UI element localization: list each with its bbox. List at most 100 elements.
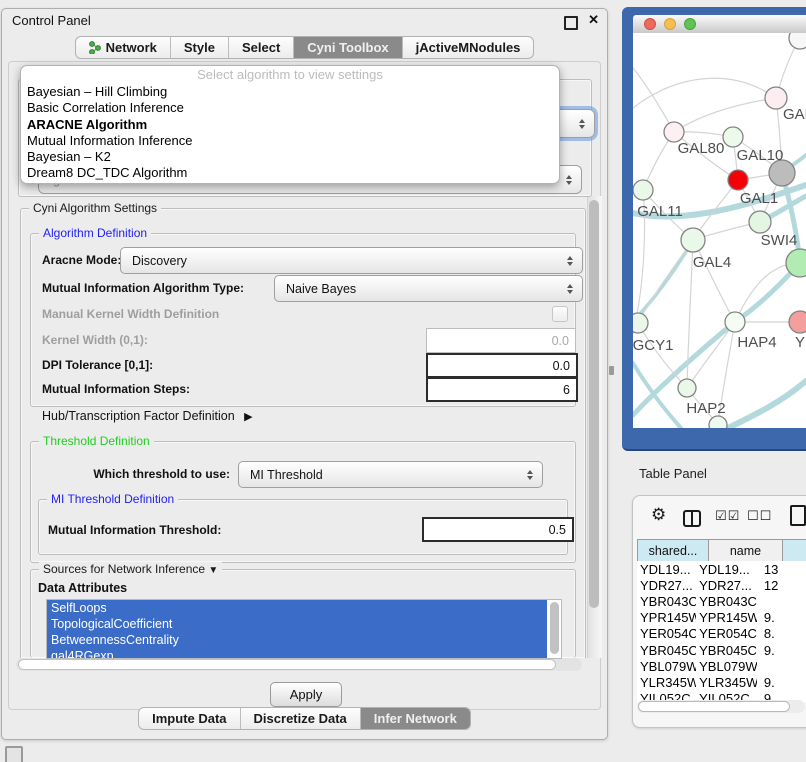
network-node-label: GAL4 bbox=[693, 254, 731, 271]
panel-splitter-handle[interactable] bbox=[609, 366, 614, 375]
combo-spinner-icon bbox=[579, 119, 586, 129]
algorithm-option[interactable]: Bayesian – K2 bbox=[21, 149, 559, 165]
column-header-shared[interactable]: shared... bbox=[637, 540, 709, 562]
network-view-window: GALGAL80GAL10GAL1GAL11SWI4GAL4GCY1HAP4YH… bbox=[622, 7, 806, 451]
which-threshold-combobox[interactable]: MI Threshold bbox=[238, 461, 543, 488]
aracne-mode-value: Discovery bbox=[132, 254, 187, 268]
bottom-tab-label: Discretize Data bbox=[254, 711, 347, 726]
table-cell: YBR043C bbox=[696, 593, 757, 609]
algorithm-option[interactable]: ARACNE Algorithm bbox=[21, 117, 559, 133]
algorithm-definition-title: Algorithm Definition bbox=[39, 226, 151, 240]
table-row[interactable]: YLR345WYLR345W9. bbox=[637, 674, 806, 690]
network-node-gal11[interactable] bbox=[633, 180, 653, 200]
attribute-list-item[interactable]: gal4RGexp bbox=[47, 648, 547, 659]
network-canvas[interactable]: GALGAL80GAL10GAL1GAL11SWI4GAL4GCY1HAP4YH… bbox=[633, 33, 806, 428]
network-node-gal1[interactable] bbox=[728, 170, 748, 190]
table-horizontal-scrollbar-thumb[interactable] bbox=[638, 701, 790, 712]
network-icon bbox=[89, 41, 101, 54]
data-attributes-list[interactable]: SelfLoopsTopologicalCoefficientBetweenne… bbox=[46, 599, 562, 659]
table-row[interactable]: YBL079WYBL079W bbox=[637, 658, 806, 674]
cyni-algorithm-settings-title: Cyni Algorithm Settings bbox=[29, 201, 161, 215]
network-node[interactable] bbox=[789, 33, 806, 49]
network-node[interactable] bbox=[709, 416, 727, 428]
network-node-label: GAL80 bbox=[678, 140, 725, 157]
network-node-hap4[interactable] bbox=[725, 312, 745, 332]
tab-label: Style bbox=[184, 40, 215, 55]
minimize-traffic-light-icon[interactable] bbox=[664, 18, 676, 30]
data-attributes-label: Data Attributes bbox=[38, 581, 127, 595]
algorithm-combobox-fragment[interactable] bbox=[554, 109, 595, 138]
table-row[interactable]: YBR045CYBR045C9. bbox=[637, 642, 806, 658]
bottom-tab-impute-data[interactable]: Impute Data bbox=[139, 708, 240, 729]
gear-icon[interactable]: ⚙ bbox=[651, 507, 666, 524]
table-cell: YPR145W bbox=[637, 610, 696, 626]
tab-label: Select bbox=[242, 40, 280, 55]
table-cell: YBR043C bbox=[637, 593, 696, 609]
table-cell: 9. bbox=[757, 610, 806, 626]
table-row[interactable]: YDL19...YDL19...13 bbox=[637, 561, 806, 577]
export-table-icon[interactable] bbox=[790, 505, 806, 526]
algorithm-option[interactable]: Dream8 DC_TDC Algorithm bbox=[21, 165, 559, 181]
table-row[interactable]: YER054CYER054C8. bbox=[637, 626, 806, 642]
aracne-mode-combobox[interactable]: Discovery bbox=[120, 247, 583, 274]
network-node-hap2[interactable] bbox=[678, 379, 696, 397]
combo-spinner-icon bbox=[567, 256, 574, 266]
algorithm-option[interactable]: Mutual Information Inference bbox=[21, 133, 559, 149]
combo-spinner-icon bbox=[527, 470, 534, 480]
deselect-all-checkboxes-icon[interactable]: ☐☐ bbox=[747, 509, 772, 524]
network-node-y[interactable] bbox=[789, 311, 806, 333]
network-node-gal80[interactable] bbox=[664, 122, 684, 142]
network-node-gcy1[interactable] bbox=[633, 313, 648, 333]
apply-button[interactable]: Apply bbox=[270, 682, 342, 707]
network-node-gal4[interactable] bbox=[681, 228, 705, 252]
dpi-tolerance-field[interactable]: 0.0 bbox=[426, 353, 578, 378]
network-window-titlebar[interactable] bbox=[633, 15, 806, 34]
column-header-name[interactable]: name bbox=[709, 540, 783, 562]
float-panel-icon[interactable] bbox=[564, 16, 578, 30]
attribute-list-item[interactable]: BetweennessCentrality bbox=[47, 632, 547, 648]
algorithm-option[interactable]: Basic Correlation Inference bbox=[21, 100, 559, 116]
attribute-list-item[interactable]: SelfLoops bbox=[47, 600, 547, 616]
mi-threshold-label: Mutual Information Threshold: bbox=[48, 523, 221, 537]
zoom-traffic-light-icon[interactable] bbox=[684, 18, 696, 30]
hub-definition-toggle[interactable]: Hub/Transcription Factor Definition ▶ bbox=[42, 409, 247, 423]
dock-panel-icon[interactable] bbox=[5, 746, 23, 762]
algorithm-option[interactable]: Bayesian – Hill Climbing bbox=[21, 84, 559, 100]
settings-horizontal-scrollbar-thumb[interactable] bbox=[18, 659, 556, 670]
select-all-checkboxes-icon[interactable]: ☑☑ bbox=[715, 509, 740, 524]
table-cell: YBL079W bbox=[696, 658, 757, 674]
kernel-width-field[interactable]: 0.0 bbox=[426, 328, 576, 353]
mi-type-combobox[interactable]: Naive Bayes bbox=[274, 275, 583, 302]
table-row[interactable]: YPR145WYPR145W9. bbox=[637, 610, 806, 626]
table-cell: 9. bbox=[757, 642, 806, 658]
table-cell: YDR27... bbox=[637, 577, 696, 593]
threshold-definition-title: Threshold Definition bbox=[39, 434, 154, 448]
table-row[interactable]: YDR27...YDR27...12 bbox=[637, 577, 806, 593]
mi-steps-field[interactable]: 6 bbox=[426, 377, 578, 402]
close-icon[interactable]: ✕ bbox=[588, 12, 599, 28]
bottom-tab-infer-network[interactable]: Infer Network bbox=[361, 708, 470, 729]
bottom-tab-bar: Impute Data Discretize Data Infer Network bbox=[2, 707, 607, 730]
aracne-mode-label: Aracne Mode: bbox=[42, 253, 121, 267]
tab-style[interactable]: Style bbox=[171, 37, 229, 58]
tab-network[interactable]: Network bbox=[76, 37, 171, 58]
tab-cyni-toolbox[interactable]: Cyni Toolbox bbox=[294, 37, 402, 58]
network-node-gal10[interactable] bbox=[723, 127, 743, 147]
settings-vertical-scrollbar-thumb[interactable] bbox=[589, 200, 599, 608]
table-cell: YBR045C bbox=[637, 642, 696, 658]
column-header-A[interactable]: A bbox=[783, 540, 806, 562]
close-traffic-light-icon[interactable] bbox=[644, 18, 656, 30]
attribute-list-item[interactable]: TopologicalCoefficient bbox=[47, 616, 547, 632]
bottom-tab-discretize-data[interactable]: Discretize Data bbox=[241, 708, 361, 729]
mi-threshold-field[interactable]: 0.5 bbox=[422, 517, 574, 542]
tab-select[interactable]: Select bbox=[229, 37, 294, 58]
attributes-scrollbar-thumb[interactable] bbox=[550, 602, 559, 654]
manual-kernel-checkbox[interactable] bbox=[552, 306, 568, 322]
network-node-swi4[interactable] bbox=[749, 211, 771, 233]
which-threshold-value: MI Threshold bbox=[250, 468, 323, 482]
tab-jactivemnodules[interactable]: jActiveMNodules bbox=[403, 37, 534, 58]
mi-steps-label: Mutual Information Steps: bbox=[42, 382, 190, 396]
bottom-tab-label: Impute Data bbox=[152, 711, 226, 726]
table-row[interactable]: YBR043CYBR043C bbox=[637, 593, 806, 609]
column-layout-icon[interactable] bbox=[683, 510, 701, 527]
